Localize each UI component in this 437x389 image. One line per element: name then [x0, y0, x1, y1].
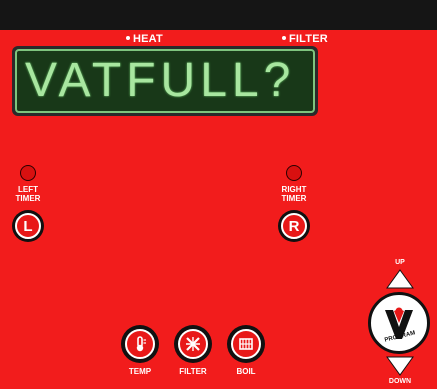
filter-button[interactable]: [174, 325, 212, 363]
filter-button-label: FILTER: [179, 367, 207, 376]
temp-button[interactable]: [121, 325, 159, 363]
right-timer-button[interactable]: R: [278, 210, 310, 242]
filter-icon: [186, 337, 200, 351]
left-timer-label: LEFT TIMER: [3, 185, 53, 203]
left-timer-label-line1: LEFT: [18, 185, 38, 194]
right-timer-label-line1: RIGHT: [281, 185, 307, 194]
right-timer-label-line2: TIMER: [281, 194, 307, 203]
right-timer-button-label: R: [281, 213, 307, 239]
heat-indicator-dot: [126, 36, 130, 41]
right-timer-led: [286, 165, 302, 181]
boil-button[interactable]: [227, 325, 265, 363]
display-message: VATFULL?: [25, 54, 296, 107]
temp-button-label: TEMP: [128, 367, 152, 376]
boil-button-label: BOIL: [236, 367, 256, 376]
heat-indicator: HEAT: [126, 33, 163, 45]
heat-indicator-label: HEAT: [133, 33, 163, 45]
boil-icon: [239, 338, 253, 350]
right-timer-label: RIGHT TIMER: [269, 185, 319, 203]
lcd-display: VATFULL?: [12, 46, 318, 116]
thermometer-icon: [136, 336, 146, 352]
program-logo-icon: [385, 307, 413, 339]
left-timer-led: [20, 165, 36, 181]
filter-indicator: FILTER: [282, 33, 328, 45]
program-button[interactable]: PROGRAM: [368, 292, 430, 354]
lcd-screen: VATFULL?: [15, 49, 315, 113]
down-arrow-icon[interactable]: [385, 356, 415, 376]
left-timer-button-label: L: [15, 213, 41, 239]
filter-indicator-dot: [282, 36, 286, 41]
filter-indicator-label: FILTER: [289, 33, 328, 45]
up-label: UP: [395, 259, 405, 266]
down-label: DOWN: [388, 378, 412, 385]
left-timer-button[interactable]: L: [12, 210, 44, 242]
up-arrow-icon[interactable]: [385, 269, 415, 289]
control-panel: HEAT FILTER VATFULL? LEFT TIMER L RIGHT …: [0, 0, 437, 389]
left-timer-label-line2: TIMER: [15, 194, 41, 203]
top-bar: [0, 0, 437, 30]
